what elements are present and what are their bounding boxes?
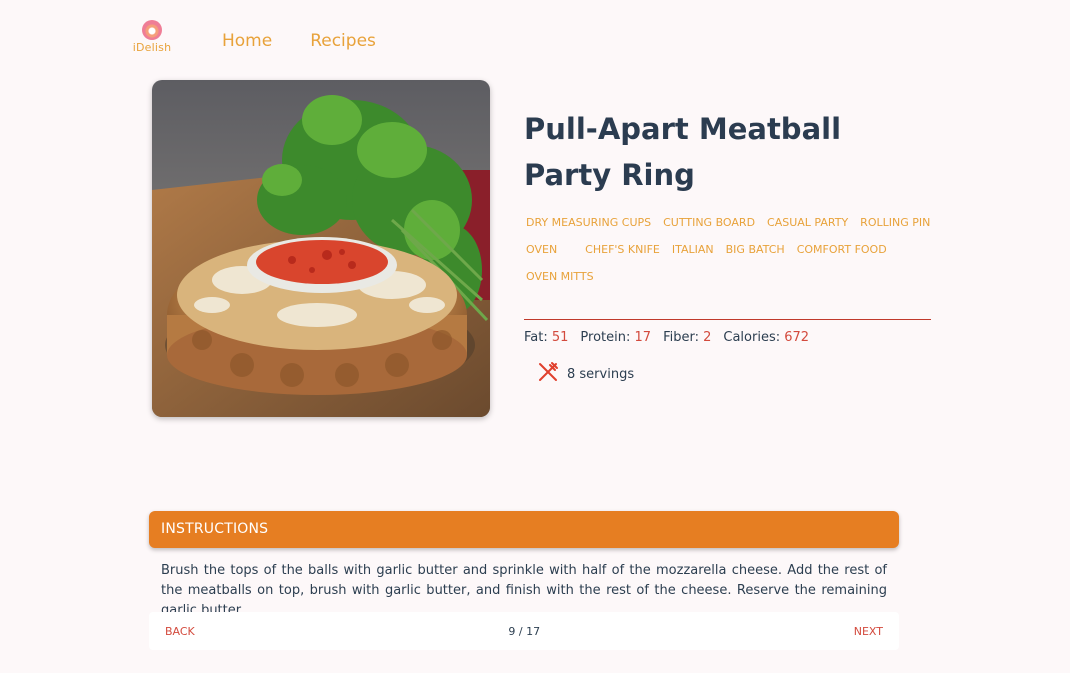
nutrition-protein: Protein: 17 bbox=[580, 330, 652, 345]
brand-name: iDelish bbox=[132, 41, 172, 54]
main-nav: Home Recipes bbox=[222, 31, 376, 51]
tag-oven-mitts[interactable]: OVEN MITTS bbox=[520, 268, 600, 285]
tag-oven[interactable]: OVEN bbox=[520, 241, 563, 258]
nutrition-fiber: Fiber: 2 bbox=[663, 330, 712, 345]
tag-dry-measuring-cups[interactable]: DRY MEASURING CUPS bbox=[520, 214, 657, 231]
tag-chefs-knife[interactable]: CHEF'S KNIFE bbox=[579, 241, 666, 258]
step-counter: 9 / 17 bbox=[508, 624, 541, 638]
fat-value: 51 bbox=[551, 330, 569, 345]
recipe-tags: DRY MEASURING CUPS CUTTING BOARD CASUAL … bbox=[520, 214, 940, 285]
tag-casual-party[interactable]: CASUAL PARTY bbox=[761, 214, 854, 231]
protein-value: 17 bbox=[634, 330, 652, 345]
instructions-header: INSTRUCTIONS bbox=[149, 511, 899, 548]
brand-logo[interactable]: iDelish bbox=[132, 20, 172, 54]
recipe-photo bbox=[152, 80, 490, 417]
tag-italian[interactable]: ITALIAN bbox=[666, 241, 720, 258]
nav-recipes-link[interactable]: Recipes bbox=[310, 31, 376, 51]
nutrition-info: Fat: 51 Protein: 17 Fiber: 2 Calories: 6… bbox=[524, 330, 809, 345]
calories-value: 672 bbox=[784, 330, 810, 345]
nutrition-calories: Calories: 672 bbox=[723, 330, 810, 345]
tag-big-batch[interactable]: BIG BATCH bbox=[720, 241, 791, 258]
fiber-value: 2 bbox=[703, 330, 712, 345]
tag-comfort-food[interactable]: COMFORT FOOD bbox=[791, 241, 893, 258]
next-button[interactable]: NEXT bbox=[854, 625, 883, 638]
nav-home-link[interactable]: Home bbox=[222, 31, 272, 51]
servings-text: 8 servings bbox=[567, 366, 635, 382]
step-pager: BACK 9 / 17 NEXT bbox=[149, 612, 899, 650]
recipe-title: Pull-Apart Meatball Party Ring bbox=[524, 112, 842, 192]
donut-logo-icon bbox=[142, 20, 162, 40]
fork-knife-icon bbox=[537, 361, 559, 387]
nutrition-fat: Fat: 51 bbox=[524, 330, 569, 345]
tag-cutting-board[interactable]: CUTTING BOARD bbox=[657, 214, 761, 231]
nutrition-divider bbox=[524, 319, 931, 320]
tag-rolling-pin[interactable]: ROLLING PIN bbox=[854, 214, 936, 231]
servings-info: 8 servings bbox=[537, 361, 634, 387]
back-button[interactable]: BACK bbox=[165, 625, 195, 638]
